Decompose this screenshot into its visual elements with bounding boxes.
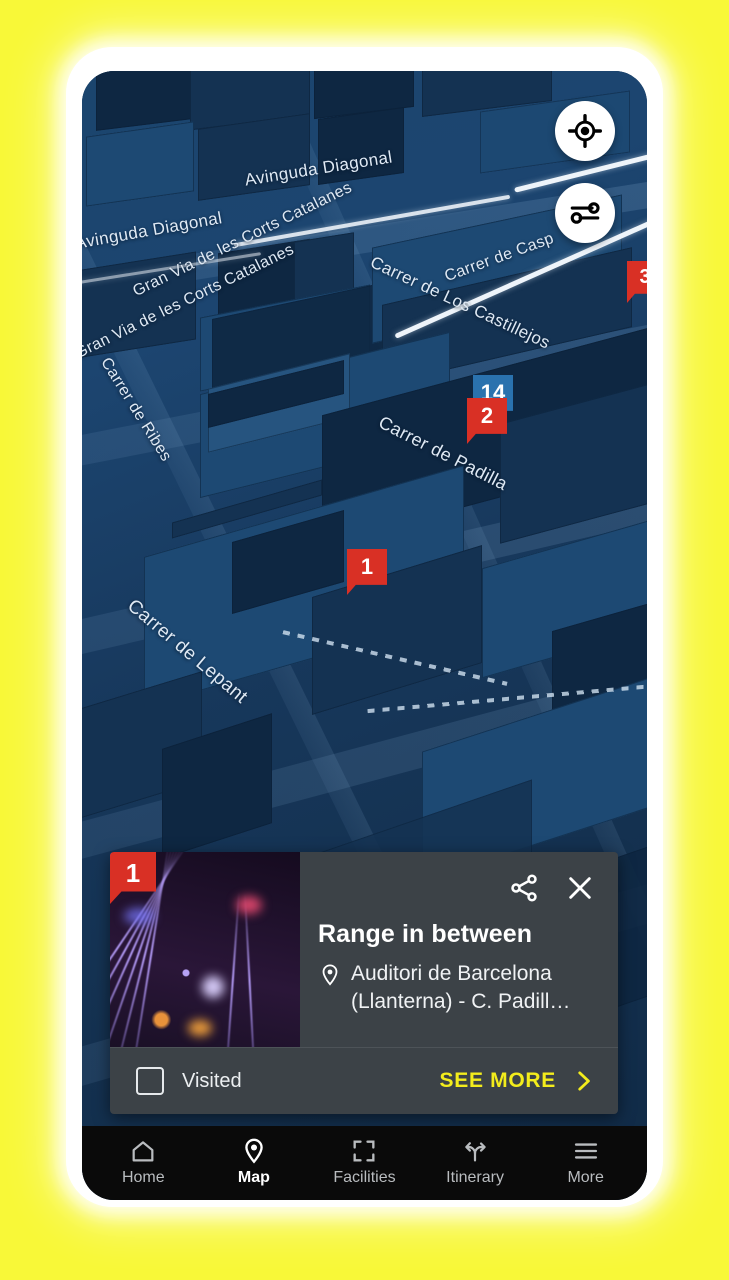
card-location-text: Auditori de Barcelona (Llanterna) - C. P…: [351, 962, 571, 1013]
hamburger-menu-icon: [572, 1136, 600, 1166]
map-filter-button[interactable]: [555, 183, 615, 243]
visited-label: Visited: [182, 1069, 242, 1092]
see-more-label: SEE MORE: [439, 1069, 556, 1092]
building: [318, 106, 404, 186]
map-marker-poi-edge[interactable]: 3: [627, 261, 647, 303]
see-more-button[interactable]: SEE MORE: [440, 1068, 596, 1094]
card-thumbnail[interactable]: 1: [110, 852, 300, 1047]
poi-detail-card[interactable]: 1 Range in between Auditori de Barcelona…: [110, 852, 618, 1114]
nav-label: Map: [237, 1168, 270, 1186]
chevron-right-icon: [578, 1071, 590, 1091]
nav-label: Itinerary: [446, 1168, 504, 1186]
close-button[interactable]: [564, 872, 596, 904]
marker-bubble: 3: [627, 261, 647, 303]
nav-label: Facilities: [333, 1168, 396, 1186]
marker-bubble: 1: [347, 549, 387, 595]
nav-item-map[interactable]: Map: [199, 1136, 310, 1187]
sliders-icon: [570, 202, 600, 224]
locate-me-button[interactable]: [555, 101, 615, 161]
card-top-section: 1 Range in between Auditori de Barcelona…: [110, 852, 618, 1047]
nav-item-home[interactable]: Home: [88, 1136, 199, 1187]
card-title: Range in between: [318, 920, 533, 948]
bottom-navigation-bar: Home Map Facilities Itinerary More: [82, 1126, 647, 1200]
building: [86, 121, 194, 207]
nav-item-more[interactable]: More: [530, 1136, 641, 1187]
share-button[interactable]: [508, 872, 540, 904]
route-fork-icon: [461, 1136, 489, 1166]
scan-frame-icon: [350, 1136, 378, 1166]
nav-item-itinerary[interactable]: Itinerary: [420, 1136, 531, 1187]
map-marker-poi-1[interactable]: 1: [347, 549, 387, 595]
card-action-row: [318, 866, 600, 904]
marker-bubble: 2: [467, 398, 507, 444]
nav-item-facilities[interactable]: Facilities: [309, 1136, 420, 1187]
card-footer: Visited SEE MORE: [110, 1048, 618, 1114]
map-pin-icon: [240, 1136, 268, 1166]
nav-label: More: [567, 1168, 604, 1186]
building: [198, 113, 310, 201]
map-pin-icon: [322, 964, 338, 986]
street-label: Avinguda Diagonal: [82, 208, 224, 253]
share-icon: [511, 874, 537, 902]
building: [96, 71, 192, 131]
card-location-row: Auditori de Barcelona (Llanterna) - C. P…: [318, 960, 600, 1015]
visited-checkbox-group[interactable]: Visited: [136, 1067, 242, 1095]
card-info-section: Range in between Auditori de Barcelona (…: [300, 852, 618, 1047]
nav-label: Home: [121, 1168, 165, 1186]
phone-screen: Avinguda Diagonal Avinguda Diagonal Gran…: [82, 71, 647, 1200]
home-icon: [129, 1136, 157, 1166]
close-icon: [569, 877, 591, 899]
crosshair-icon: [568, 114, 602, 148]
map-marker-cluster-red[interactable]: 2: [467, 398, 507, 444]
visited-checkbox[interactable]: [136, 1067, 164, 1095]
